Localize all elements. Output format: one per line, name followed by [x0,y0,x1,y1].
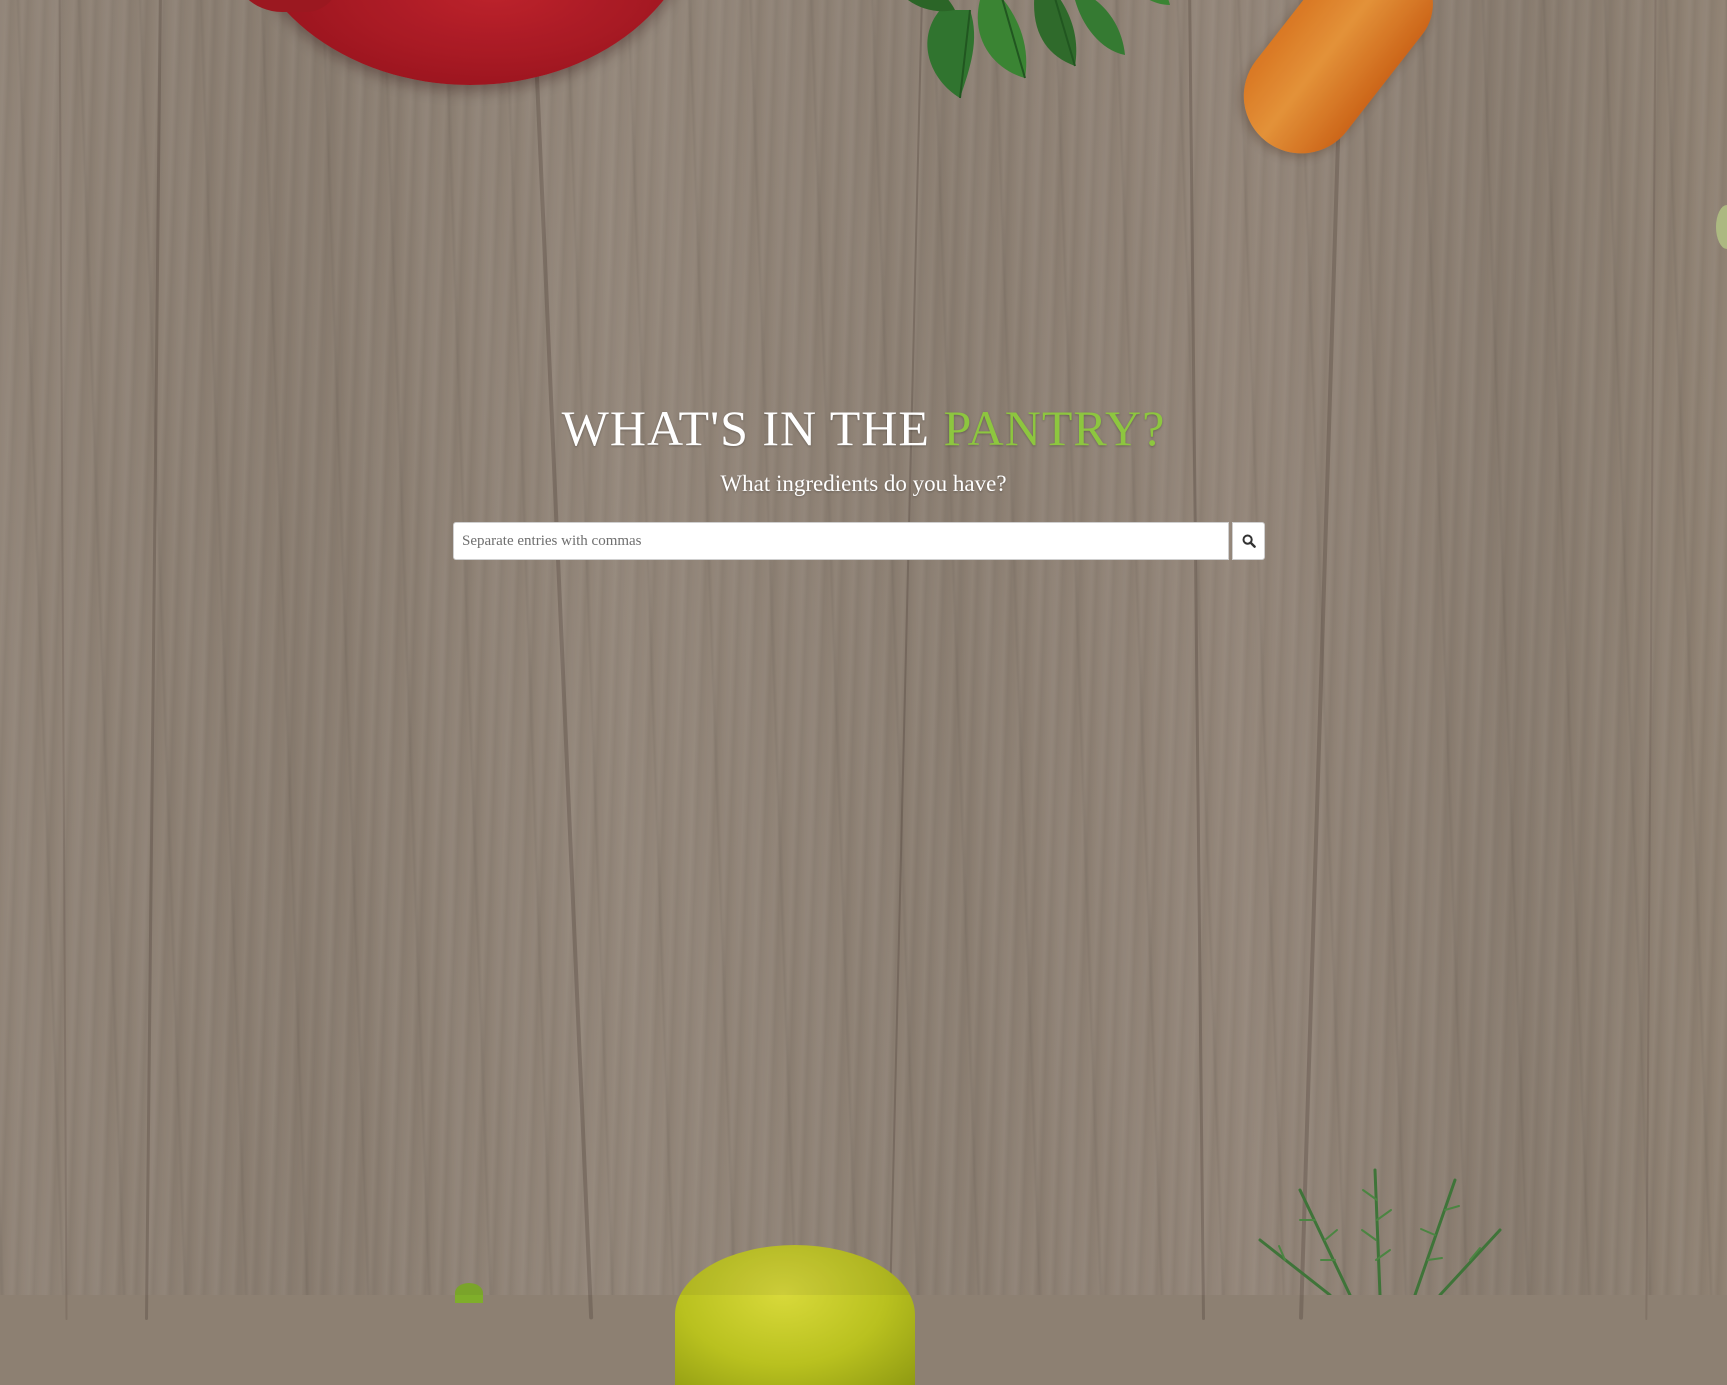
background-overlay [0,0,1727,1295]
title-main: WHAT'S IN THE [561,400,944,456]
search-icon [1242,534,1256,548]
page-title: WHAT'S IN THE PANTRY? [0,396,1727,460]
title-accent: PANTRY? [943,400,1166,456]
ingredients-input[interactable] [453,522,1229,560]
search-button[interactable] [1232,522,1265,560]
page-subtitle: What ingredients do you have? [720,471,1007,496]
hero-section: WHAT'S IN THE PANTRY? What ingredients d… [0,396,1727,499]
ingredient-search-form [453,522,1265,560]
